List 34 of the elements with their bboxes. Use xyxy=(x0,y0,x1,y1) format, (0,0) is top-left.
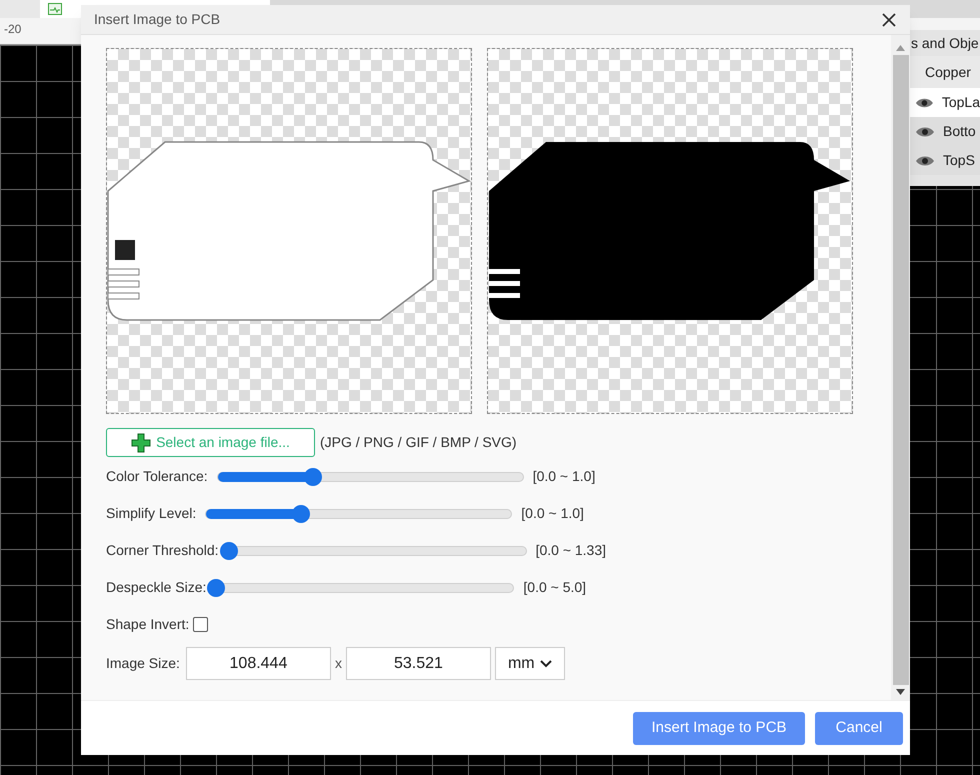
size-separator: x xyxy=(334,654,342,673)
dialog-title: Insert Image to PCB xyxy=(94,10,220,29)
range-text: [0.0 ~ 1.0] xyxy=(521,504,584,523)
chevron-down-icon xyxy=(540,660,552,668)
ruler-label: -20 xyxy=(4,21,22,38)
slider-label: Color Tolerance: xyxy=(106,467,208,486)
close-icon xyxy=(882,12,896,26)
slider-thumb[interactable] xyxy=(220,542,238,560)
scrollbar[interactable] xyxy=(891,35,910,700)
slider-label: Corner Threshold: xyxy=(106,541,219,560)
eye-icon[interactable] xyxy=(915,126,935,138)
image-size-label: Image Size: xyxy=(106,654,180,673)
slider-thumb[interactable] xyxy=(304,468,322,486)
height-field[interactable]: 53.521 xyxy=(346,647,491,680)
range-text: [0.0 ~ 1.33] xyxy=(536,541,606,560)
slider-label: Simplify Level: xyxy=(106,504,196,523)
range-text: [0.0 ~ 1.0] xyxy=(532,467,596,486)
range-text: [0.0 ~ 5.0] xyxy=(523,578,586,597)
panel-title: s and Obje xyxy=(910,34,980,53)
format-hint: (JPG / PNG / GIF / BMP / SVG) xyxy=(320,433,517,452)
checkbox-label: Shape Invert: xyxy=(106,614,190,634)
shape-invert-checkbox[interactable] xyxy=(193,616,208,632)
plus-icon xyxy=(131,432,152,452)
unit-dropdown[interactable]: mm xyxy=(494,647,565,680)
width-field[interactable]: 108.444 xyxy=(186,647,331,680)
scroll-down-icon[interactable] xyxy=(896,689,905,695)
scrollbar-thumb[interactable] xyxy=(892,55,908,685)
eye-icon[interactable] xyxy=(915,96,934,108)
schematic-icon xyxy=(48,3,62,15)
slider-thumb[interactable] xyxy=(292,504,310,522)
slider-thumb[interactable] xyxy=(207,578,226,596)
close-button[interactable] xyxy=(881,12,897,28)
slider-label: Despeckle Size: xyxy=(106,578,206,597)
eye-icon[interactable] xyxy=(915,154,935,166)
